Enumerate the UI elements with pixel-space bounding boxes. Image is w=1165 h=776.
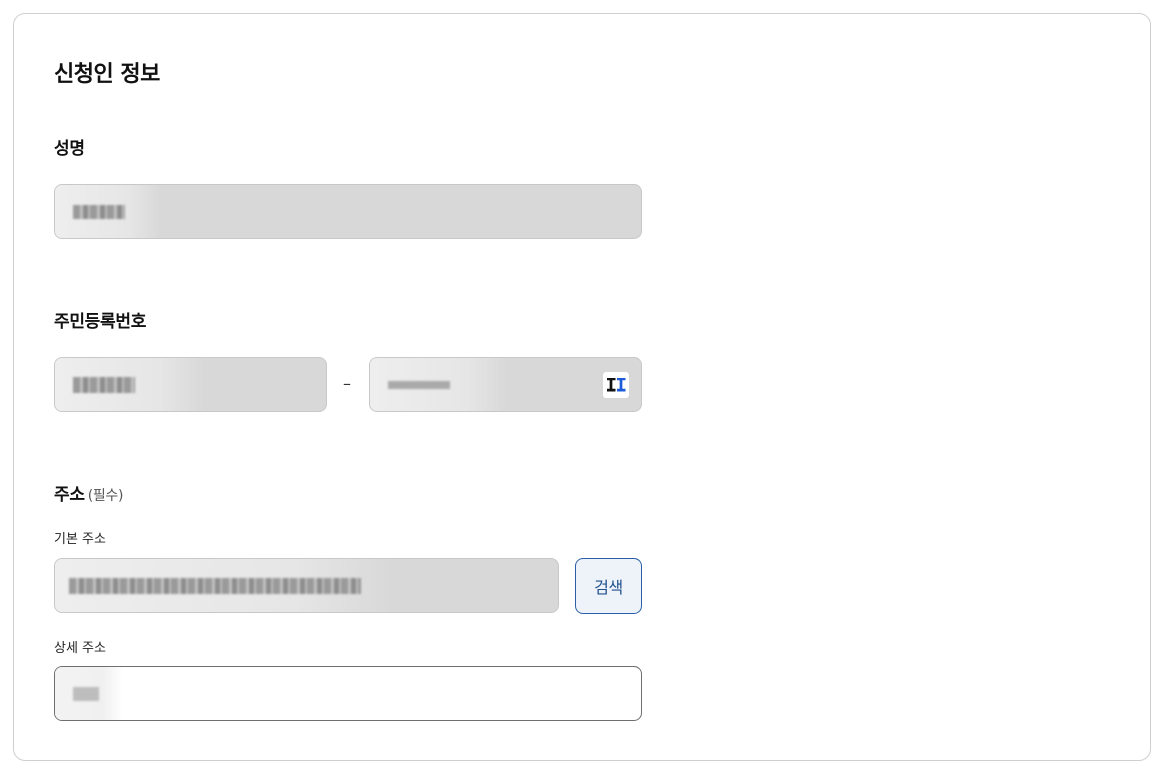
redacted-name-text xyxy=(73,204,125,219)
resident-number-front-field[interactable] xyxy=(54,357,327,412)
base-address-field[interactable] xyxy=(54,558,559,613)
redacted-name xyxy=(55,185,161,238)
resident-number-label: 주민등록번호 xyxy=(54,312,147,332)
redacted-detail-address xyxy=(55,667,123,720)
redacted-detail-address-text xyxy=(73,686,99,701)
redacted-base-address-text xyxy=(69,577,361,594)
address-label-text: 주소 xyxy=(54,485,85,505)
required-note: (필수) xyxy=(87,488,124,504)
name-label: 성명 xyxy=(54,139,85,159)
redacted-resident-back xyxy=(370,358,508,411)
redacted-resident-front xyxy=(55,358,205,411)
redacted-resident-back-text xyxy=(388,380,450,389)
redacted-resident-front-text xyxy=(73,376,135,393)
resident-number-back-field[interactable] xyxy=(369,357,642,412)
redacted-base-address xyxy=(55,559,395,612)
address-search-button[interactable]: 검색 xyxy=(575,558,642,614)
base-address-label: 기본 주소 xyxy=(54,532,106,547)
address-label: 주소 (필수) xyxy=(54,480,123,505)
detail-address-field[interactable] xyxy=(54,666,642,721)
keypad-icon-right xyxy=(616,377,626,392)
name-field[interactable] xyxy=(54,184,642,239)
detail-address-label: 상세 주소 xyxy=(54,641,106,656)
keypad-icon-left xyxy=(606,377,616,392)
applicant-info-card: 신청인 정보 성명 주민등록번호 – 주소 (필수) 기본 주소 검색 상세 주소 xyxy=(13,13,1151,761)
section-title: 신청인 정보 xyxy=(54,62,160,87)
security-keypad-icon[interactable] xyxy=(603,371,629,398)
resident-number-separator: – xyxy=(343,374,351,393)
